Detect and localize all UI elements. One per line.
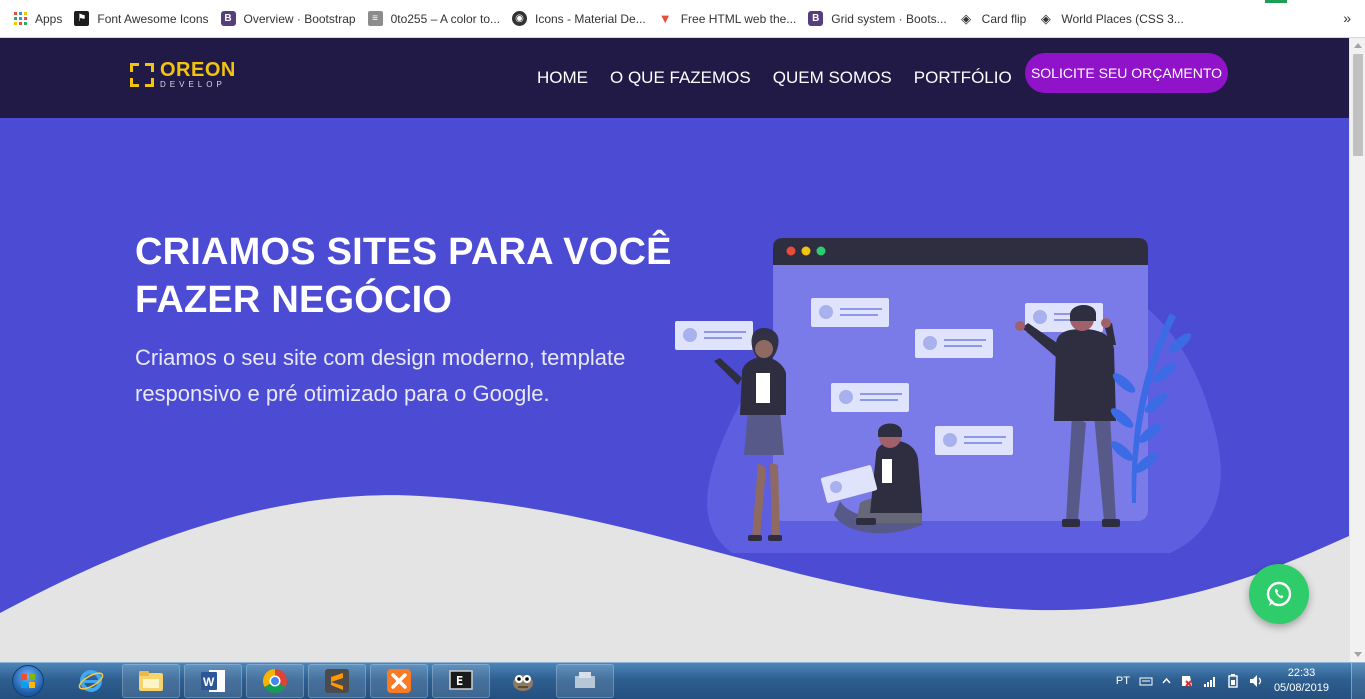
whatsapp-icon [1266,581,1292,607]
logo-text: OREON DEVELOP [160,60,236,89]
clock[interactable]: 22:33 05/08/2019 [1274,666,1329,696]
bookmarks-bar: Apps ⚑ Font Awesome Icons B Overview · B… [0,0,1365,38]
more-bookmarks-button[interactable]: » [1343,10,1351,26]
browser-titlebar [773,238,1148,265]
bookmark-label: Card flip [981,11,1027,26]
codepen-icon: ◈ [1040,10,1051,26]
show-desktop-button[interactable] [1351,663,1365,699]
close-dot [786,246,796,256]
bookmark-label: Free HTML web the... [680,11,797,26]
site-header: OREON DEVELOP HOME O QUE FAZEMOS QUEM SO… [0,38,1349,118]
main-nav: HOME O QUE FAZEMOS QUEM SOMOS PORTFÓLIO [537,68,1034,88]
app-icon [575,672,595,688]
start-button[interactable] [2,663,54,699]
explorer-icon [139,671,163,691]
scrollbar-thumb[interactable] [1353,54,1363,156]
logo-name: OREON [160,59,236,81]
bookmark-card-flip[interactable]: ◈ Card flip [955,0,1035,37]
taskbar-gimp[interactable] [494,664,552,698]
keyboard-icon[interactable] [1139,675,1153,687]
terminal-icon: E [449,670,473,690]
taskbar-xampp[interactable] [370,664,428,698]
logo[interactable]: OREON DEVELOP [130,60,236,89]
ie-icon [78,670,104,692]
taskbar-file-explorer[interactable] [122,664,180,698]
hero-subtitle: Criamos o seu site com design moderno, t… [135,345,626,406]
extension-indicator [1265,0,1287,3]
gimp-icon [513,675,533,691]
page-scrollbar[interactable] [1349,38,1365,662]
network-icon[interactable] [1203,675,1217,687]
taskbar-terminal[interactable]: E [432,664,490,698]
bookmark-material-icons[interactable]: ◉ Icons - Material De... [508,0,654,37]
logo-sub: DEVELOP [160,80,226,89]
material-icon: ◉ [512,11,527,26]
volume-icon[interactable] [1249,674,1265,688]
bootstrap-icon: B [808,11,824,26]
maximize-dot [816,246,826,256]
action-center-icon[interactable] [1180,674,1194,688]
nav-portfolio[interactable]: PORTFÓLIO [914,68,1012,88]
taskbar-internet-explorer[interactable] [62,664,120,698]
windows-logo-icon [12,665,44,697]
battery-icon[interactable] [1226,674,1240,688]
clock-date: 05/08/2019 [1273,682,1329,694]
hero-illustration [675,238,1221,553]
bookmark-label: Overview · Bootstrap [243,11,356,26]
bookmark-0to255[interactable]: ≡ 0to255 – A color to... [364,0,508,37]
bookmark-label: Grid system · Boots... [831,11,947,26]
nav-quem-somos[interactable]: QUEM SOMOS [773,68,892,88]
taskbar-chrome[interactable] [246,664,304,698]
bookmark-free-html[interactable]: ▼ Free HTML web the... [654,0,805,37]
bootstrap-icon: B [220,11,236,26]
bookmark-label: Font Awesome Icons [97,11,209,26]
taskbar-word[interactable]: W [184,664,242,698]
tray-expand-icon[interactable] [1162,677,1171,685]
bookmark-font-awesome[interactable]: ⚑ Font Awesome Icons [70,0,216,37]
free-html-icon: ▼ [658,11,672,26]
bookmark-grid-system[interactable]: B Grid system · Boots... [804,0,954,37]
xampp-icon [387,669,411,693]
bookmark-label: 0to255 – A color to... [390,11,500,26]
nav-home[interactable]: HOME [537,68,588,88]
svg-text:E: E [456,674,463,688]
svg-text:W: W [203,675,215,689]
bookmark-label: Icons - Material De... [535,11,646,26]
page-icon: ≡ [367,11,383,26]
chrome-icon [262,669,287,694]
taskbar-sublime-text[interactable] [308,664,366,698]
scroll-down-arrow-icon[interactable] [1354,652,1362,657]
nav-o-que-fazemos[interactable]: O QUE FAZEMOS [610,68,751,88]
hero-section: CRIAMOS SITES PARA VOCÊ FAZER NEGÓCIO Cr… [0,118,1349,662]
taskbar-app[interactable] [556,664,614,698]
clock-time: 22:33 [1287,667,1316,679]
system-tray: PT 22:33 05/08/2019 [1116,663,1365,699]
scroll-up-arrow-icon[interactable] [1354,43,1362,48]
font-awesome-icon: ⚑ [74,11,90,26]
apps-icon [14,12,27,25]
minimize-dot [801,246,811,256]
bookmark-apps[interactable]: Apps [10,0,70,37]
bookmark-label: Apps [35,11,63,26]
codepen-icon: ◈ [961,10,972,26]
bookmark-label: World Places (CSS 3... [1061,11,1184,26]
sublime-icon [325,669,349,693]
bookmark-bootstrap-overview[interactable]: B Overview · Bootstrap [217,0,364,37]
hero-title: CRIAMOS SITES PARA VOCÊ FAZER NEGÓCIO [135,231,672,321]
taskbar: W E PT 22:33 05/08/2019 [0,662,1365,699]
language-indicator[interactable]: PT [1116,675,1130,687]
quote-request-button[interactable]: SOLICITE SEU ORÇAMENTO [1025,53,1228,93]
bookmark-world-places[interactable]: ◈ World Places (CSS 3... [1034,0,1191,37]
whatsapp-button[interactable] [1249,564,1309,624]
word-icon: W [201,670,225,692]
logo-mark-icon [130,62,154,87]
